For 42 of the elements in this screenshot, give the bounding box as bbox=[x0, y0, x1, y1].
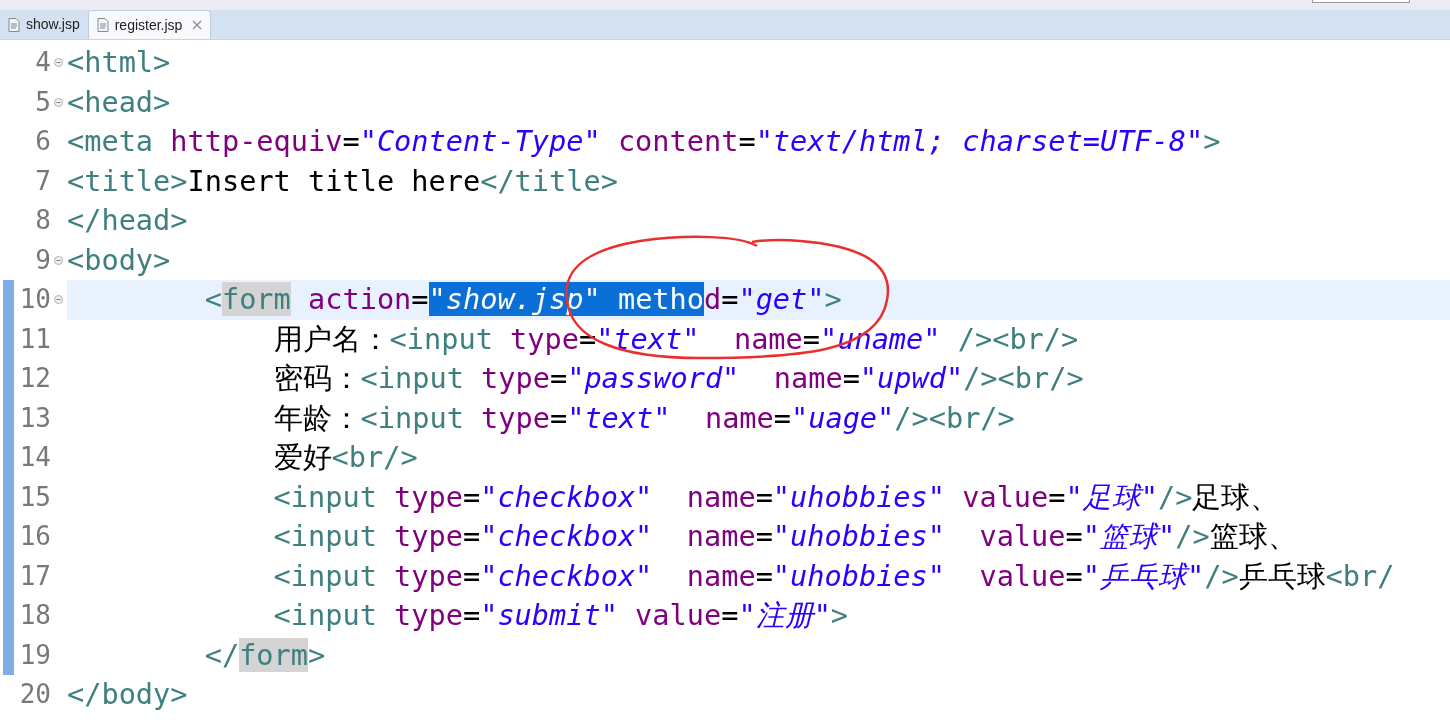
line-number: 12 bbox=[18, 362, 51, 396]
file-icon bbox=[8, 17, 20, 32]
code-line: 年龄：<input type="text" name="uage"/><br/> bbox=[272, 399, 1015, 437]
code-line: </head> bbox=[67, 202, 188, 239]
search-field[interactable] bbox=[1312, 0, 1410, 3]
code-line: <input type="checkbox" name="uhobbies" value="足球"/>足球、 bbox=[272, 478, 1280, 516]
line-number: 18 bbox=[18, 599, 51, 633]
line-number: 14 bbox=[18, 441, 51, 475]
line-number: 17 bbox=[18, 559, 51, 593]
editor-tab[interactable]: show.jsp bbox=[0, 10, 88, 39]
code-line: <head> bbox=[67, 83, 171, 121]
code-line: </form> bbox=[203, 636, 326, 674]
line-number: 15 bbox=[18, 480, 51, 514]
code-line: 密码：<input type="password" name="upwd"/><br/> bbox=[272, 360, 1084, 397]
line-number: 20 bbox=[18, 678, 51, 712]
editor-tab[interactable]: register.jsp bbox=[87, 10, 212, 39]
line-number: 6 bbox=[34, 125, 51, 159]
code-line: 爱好<br/> bbox=[272, 439, 418, 476]
line-number: 7 bbox=[34, 164, 51, 198]
line-number: 9 bbox=[34, 243, 51, 277]
line-number: 13 bbox=[18, 401, 51, 435]
code-line: <input type="checkbox" name="uhobbies" value="乒乓球"/>乒乓球<br/ bbox=[272, 557, 1395, 595]
fold-icon[interactable] bbox=[53, 295, 63, 305]
fold-icon[interactable] bbox=[53, 255, 63, 265]
code-line: <input type="submit" value="注册"> bbox=[272, 597, 849, 634]
line-number: 16 bbox=[18, 520, 51, 554]
code-line: <html> bbox=[67, 44, 171, 81]
file-icon bbox=[96, 18, 109, 32]
code-line: </body> bbox=[67, 676, 188, 713]
code-line: <meta http-equiv="Content-Type" content="text/html; charset=UTF-8"> bbox=[67, 123, 1221, 160]
line-number: 11 bbox=[18, 322, 51, 356]
line-number: 5 bbox=[34, 85, 51, 119]
code-line: <body> bbox=[67, 241, 171, 279]
line-number: 10 bbox=[18, 283, 51, 317]
code-line: <title>Insert title here</title> bbox=[67, 162, 618, 200]
line-number: 19 bbox=[18, 638, 51, 672]
line-number: 4 bbox=[34, 46, 51, 80]
code-line: <input type="checkbox" name="uhobbies" value="篮球"/>篮球、 bbox=[272, 518, 1297, 555]
close-icon[interactable] bbox=[192, 20, 203, 30]
fold-icon[interactable] bbox=[53, 58, 63, 68]
line-number: 8 bbox=[34, 204, 51, 238]
fold-icon[interactable] bbox=[53, 97, 63, 107]
